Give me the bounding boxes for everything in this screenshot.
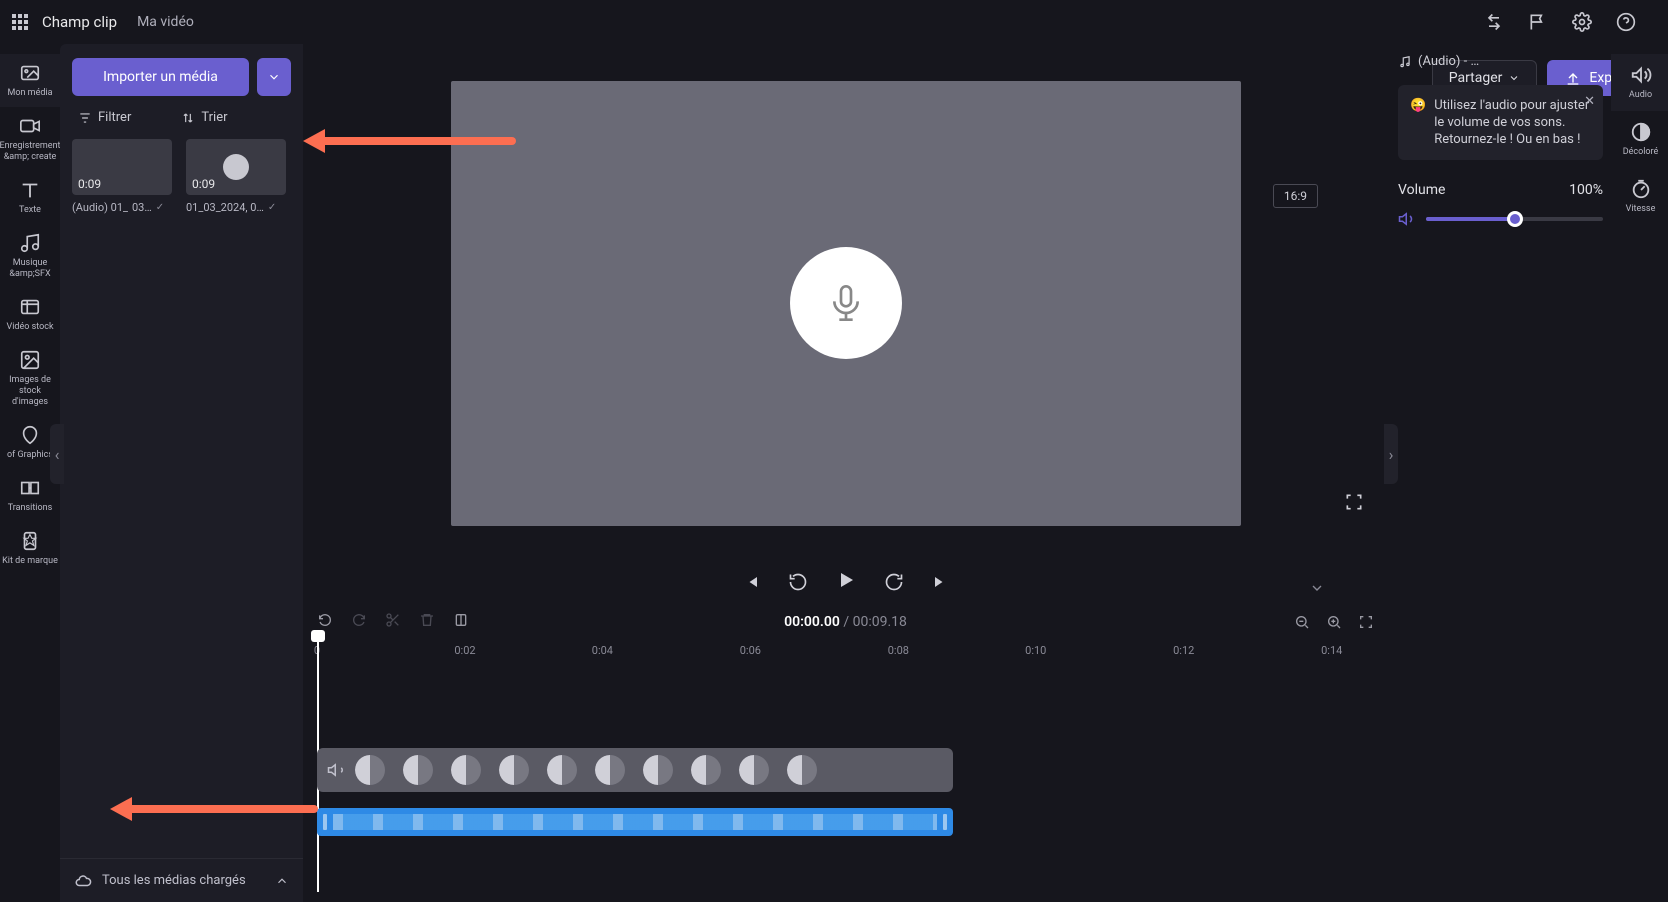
rewind-icon[interactable] <box>788 572 808 592</box>
import-media-dropdown[interactable] <box>257 58 291 96</box>
media-item[interactable]: 0:09 (Audio) 01_03…✓ <box>72 139 172 214</box>
timeline-timecode: 00:00.00 / 00:09.18 <box>784 614 907 630</box>
flag-icon[interactable] <box>1528 12 1548 32</box>
preview-area: 16:9 <box>303 44 1388 562</box>
volume-label: Volume <box>1398 182 1445 198</box>
nav-stock-video[interactable]: Vidéo stock <box>0 288 60 341</box>
waveform <box>333 814 937 830</box>
cut-icon[interactable] <box>385 612 401 628</box>
redo-icon[interactable] <box>351 612 367 628</box>
rnav-speed[interactable]: Vitesse <box>1611 168 1668 225</box>
fade-icon <box>1630 121 1652 143</box>
microphone-icon <box>826 283 866 323</box>
clip-handle-right[interactable] <box>943 814 947 830</box>
timeline-ruler[interactable]: 0 0:02 0:04 0:06 0:08 0:10 0:12 0:14 <box>317 644 1374 668</box>
volume-icon <box>1630 64 1652 86</box>
nav-music[interactable]: Musique &amp;SFX <box>0 224 60 288</box>
playback-controls <box>303 562 1388 602</box>
music-note-icon <box>1398 55 1412 69</box>
properties-panel: (Audio) - … 😜 Utilisez l'audio pour ajus… <box>1388 44 1613 902</box>
speed-icon <box>1630 178 1652 200</box>
media-item[interactable]: 0:09 01_03_2024, 0…✓ <box>186 139 286 214</box>
nav-text[interactable]: Texte <box>0 171 60 224</box>
nav-stock-images[interactable]: Images de stock d'images <box>0 341 60 416</box>
nav-record[interactable]: Enregistrement &amp; create <box>0 107 60 171</box>
zoom-in-icon[interactable] <box>1326 614 1342 630</box>
skip-back-icon[interactable] <box>742 572 762 592</box>
tip-close-button[interactable]: ✕ <box>1584 93 1595 110</box>
audio-track-clip[interactable] <box>317 808 953 836</box>
timeline: 00:00.00 / 00:09.18 0 0:02 0:04 0:06 0:0… <box>303 606 1388 902</box>
speaker-icon[interactable] <box>1398 210 1416 228</box>
collapse-panel-button[interactable]: ‹ <box>50 424 64 484</box>
nav-my-media[interactable]: Mon média <box>0 54 60 107</box>
forward-icon[interactable] <box>884 572 904 592</box>
volume-slider[interactable] <box>1426 217 1603 221</box>
clip-handle-left[interactable] <box>323 814 327 830</box>
tip-text: Utilisez l'audio pour ajuster le volume … <box>1434 97 1591 148</box>
undo-icon[interactable] <box>317 612 333 628</box>
chevron-up-icon[interactable] <box>275 874 289 888</box>
volume-slider-thumb[interactable] <box>1507 211 1523 227</box>
help-icon[interactable] <box>1616 12 1636 32</box>
filter-button[interactable]: Filtrer <box>78 110 131 125</box>
collapse-timeline[interactable] <box>1292 578 1342 598</box>
cloud-icon <box>74 872 92 890</box>
tip-emoji: 😜 <box>1410 97 1426 148</box>
fullscreen-icon[interactable] <box>1344 492 1364 512</box>
aspect-ratio-badge[interactable]: 16:9 <box>1273 184 1318 208</box>
zoom-out-icon[interactable] <box>1294 614 1310 630</box>
right-nav: Audio Décoloré Vitesse <box>1613 44 1668 902</box>
media-panel: Importer un média Filtrer Trier 0:09 (Au… <box>60 44 303 902</box>
center-area: 16:9 › 00:00.00 / 00:09.18 <box>303 44 1388 902</box>
rnav-fade[interactable]: Décoloré <box>1611 111 1668 168</box>
apps-icon[interactable] <box>12 14 28 30</box>
video-track-clip[interactable] <box>317 748 953 792</box>
preview-canvas[interactable] <box>451 81 1241 526</box>
tip-box: 😜 Utilisez l'audio pour ajuster le volum… <box>1398 85 1603 160</box>
media-footer: Tous les médias chargés <box>60 858 303 902</box>
fit-icon[interactable] <box>1358 614 1374 630</box>
selected-clip-name: (Audio) - … <box>1398 54 1603 69</box>
play-icon[interactable] <box>834 568 858 592</box>
rnav-audio[interactable]: Audio <box>1611 54 1668 111</box>
volume-value: 100% <box>1569 182 1603 198</box>
import-media-button[interactable]: Importer un média <box>72 58 249 96</box>
check-icon: ✓ <box>156 202 164 213</box>
volume-icon <box>327 761 345 779</box>
skip-forward-icon[interactable] <box>930 572 950 592</box>
sort-button[interactable]: Trier <box>181 110 227 125</box>
mic-visual <box>790 247 902 359</box>
nav-brand-kit[interactable]: Kit de marque <box>0 522 60 575</box>
delete-icon[interactable] <box>419 612 435 628</box>
integrations-icon[interactable] <box>1484 12 1504 32</box>
top-bar: Champ clip Ma vidéo <box>0 0 1668 44</box>
app-title: Champ clip <box>42 13 117 31</box>
settings-icon[interactable] <box>1572 12 1592 32</box>
project-name[interactable]: Ma vidéo <box>137 14 194 30</box>
split-icon[interactable] <box>453 612 469 628</box>
check-icon: ✓ <box>268 202 276 213</box>
